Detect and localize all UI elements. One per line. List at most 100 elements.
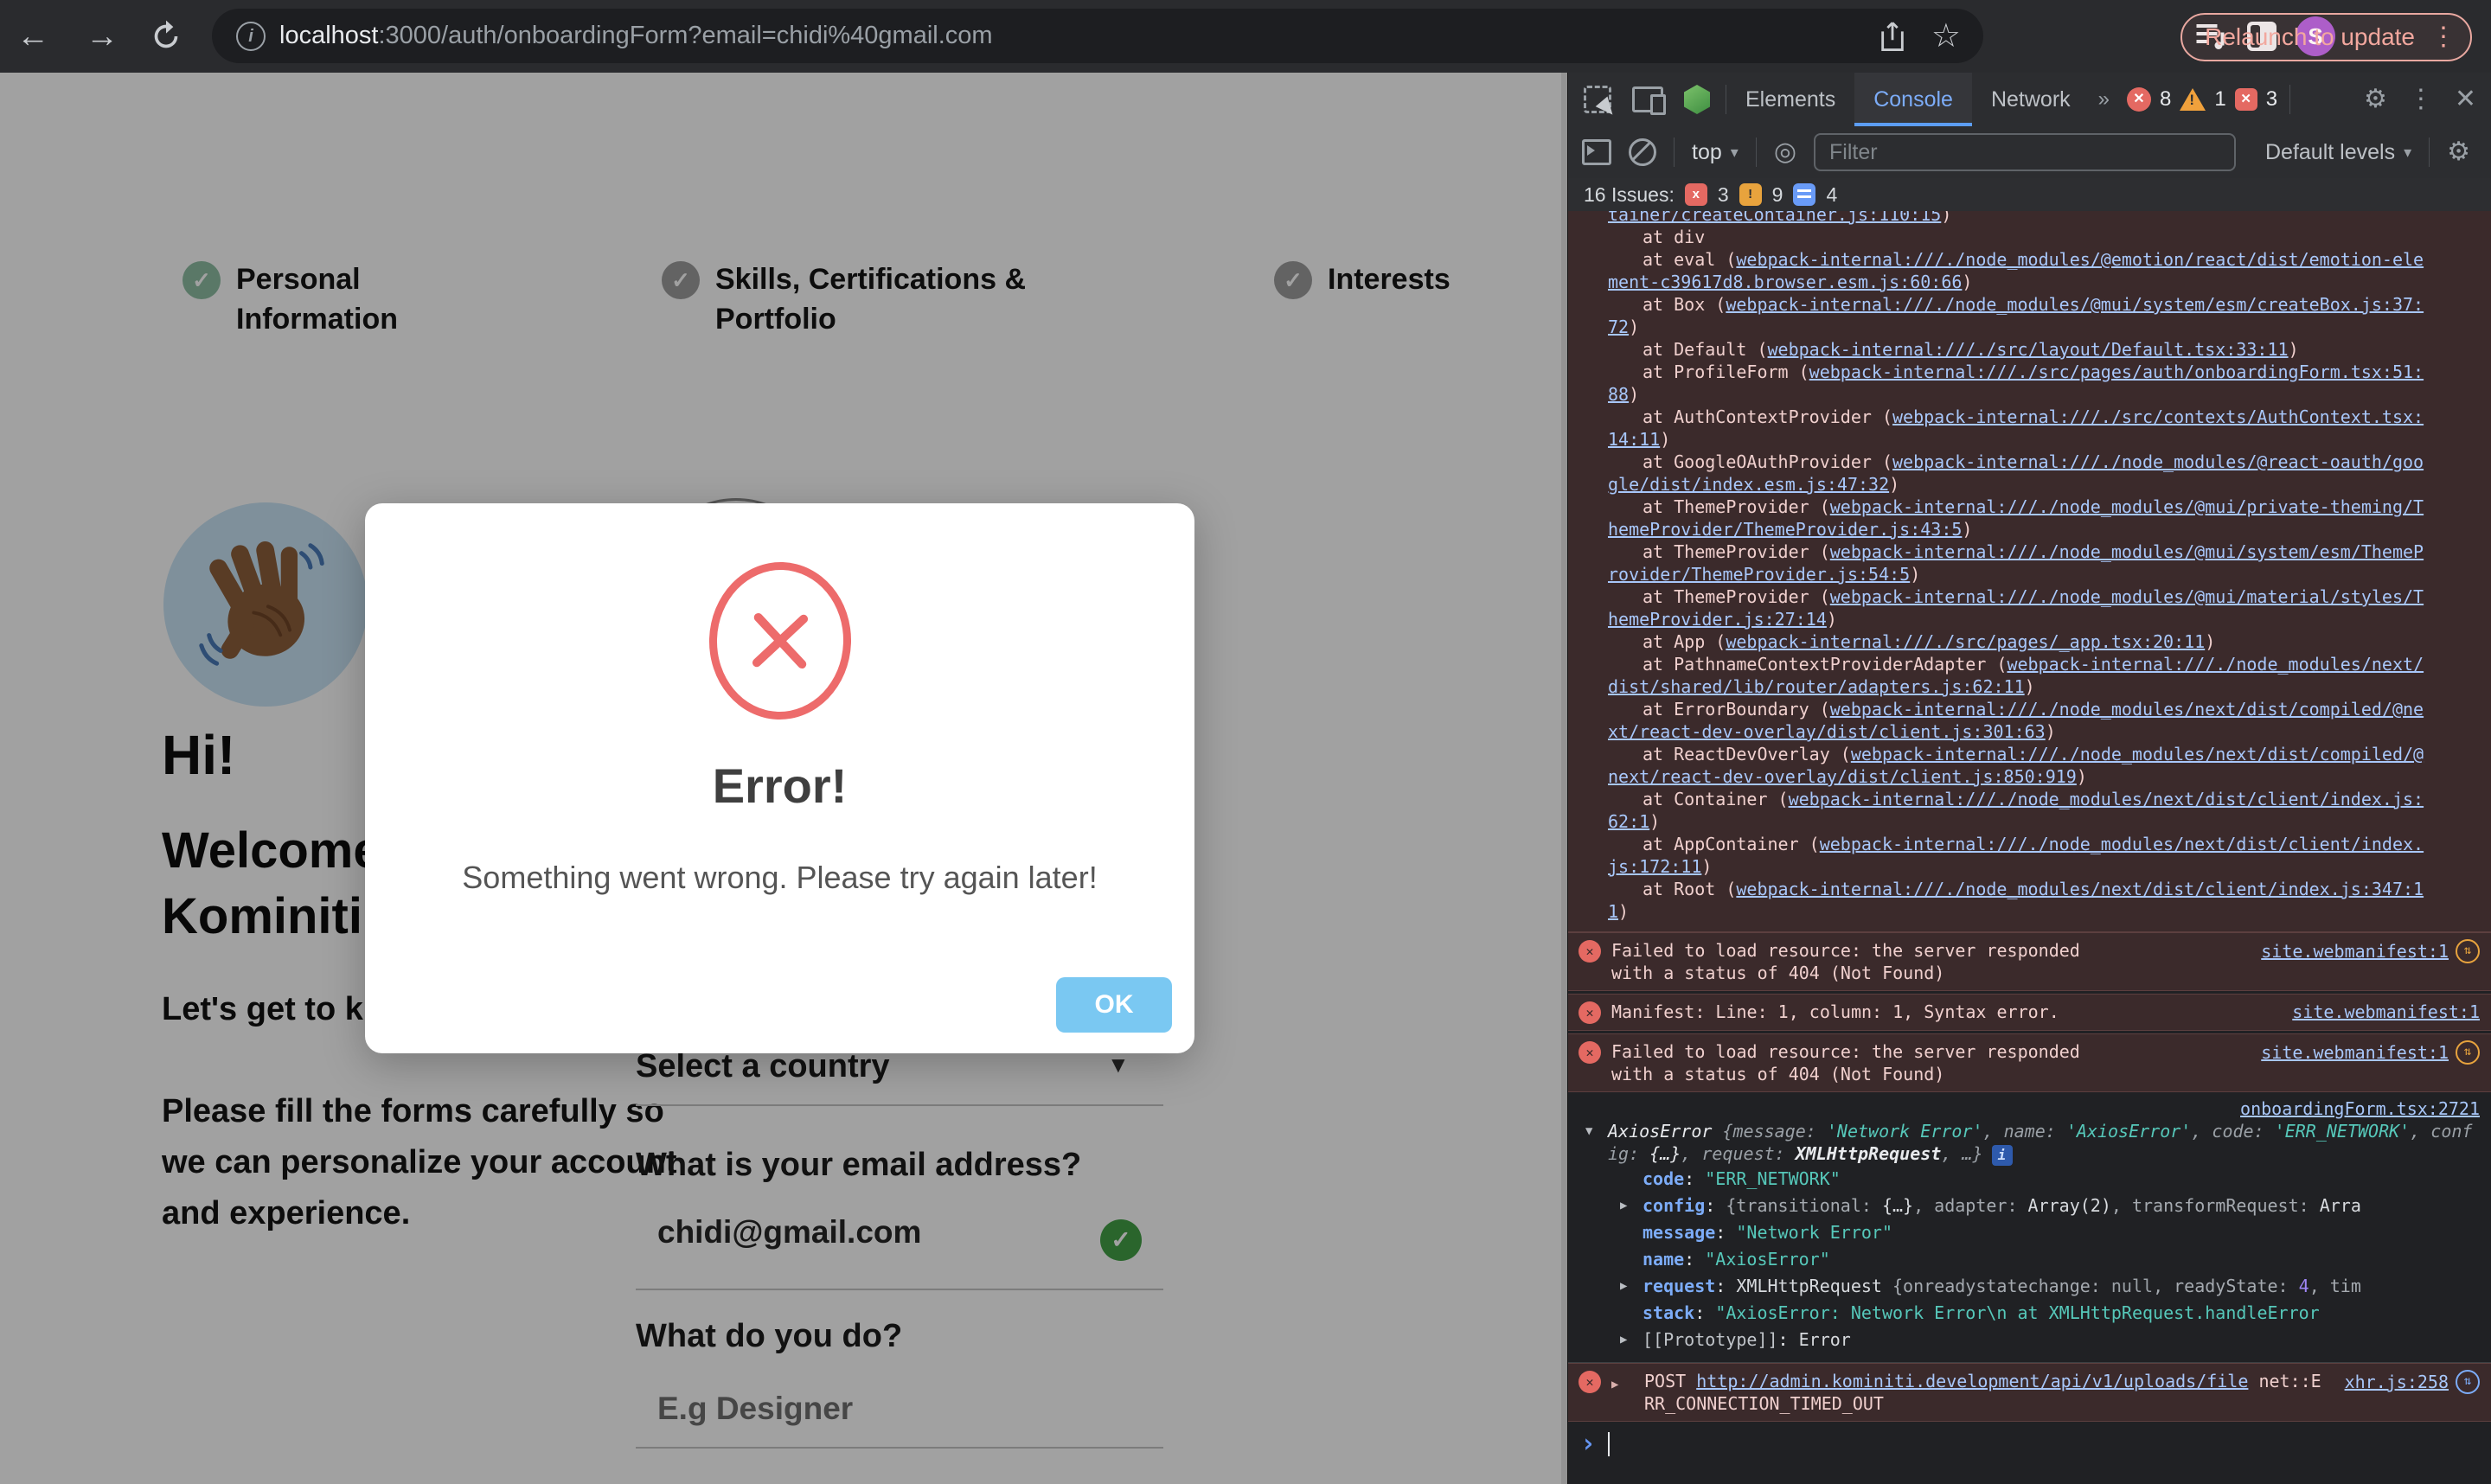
error-icon: ✕ (1578, 1041, 1601, 1064)
stack-line: at PathnameContextProviderAdapter (webpa… (1608, 653, 2424, 698)
warning-count-icon[interactable] (2180, 88, 2206, 111)
value-segment: , readyState: (2153, 1276, 2299, 1296)
property-key: [[Prototype]] (1643, 1327, 1778, 1353)
clear-console-icon[interactable] (1629, 138, 1656, 166)
devtools-panel: Elements Console Network » ✕ 8 1 ✕ 3 ⚙ ⋮… (1567, 73, 2491, 1484)
modal-title: Error! (365, 758, 1194, 814)
chevron-down-icon: ▾ (1731, 144, 1739, 162)
issues-bar[interactable]: 16 Issues: x 3 ! 9 4 (1568, 178, 2491, 212)
forward-icon[interactable]: → (81, 16, 123, 57)
stack-text: at Default ( (1643, 339, 1768, 360)
error-modal: Error! Something went wrong. Please try … (365, 503, 1194, 1053)
stack-text: ) (1618, 901, 1629, 922)
object-property[interactable]: code: "ERR_NETWORK" (1585, 1166, 2480, 1193)
bookmark-star-icon[interactable]: ☆ (1931, 20, 1961, 53)
console-filter-input[interactable] (1814, 133, 2236, 171)
console-error-row[interactable]: ✕Failed to load resource: the server res… (1568, 932, 2491, 991)
expand-triangle-icon[interactable]: ▶ (1620, 1327, 1643, 1353)
stack-text: at GoogleOAuthProvider ( (1643, 451, 1892, 472)
context-selector[interactable]: top ▾ (1692, 140, 1739, 165)
divider (1674, 138, 1675, 167)
error-circle-icon (706, 560, 853, 722)
stack-link[interactable]: webpack-internal:///./src/layout/Default… (1768, 339, 2289, 360)
value-segment: , tim (2309, 1276, 2361, 1296)
stack-text: at PathnameContextProviderAdapter ( (1643, 654, 2007, 675)
tab-elements[interactable]: Elements (1726, 73, 1854, 126)
console-network-error-row[interactable]: ✕▶POST http://admin.kominiti.development… (1568, 1363, 2491, 1422)
console-settings-icon[interactable]: ⚙ (2447, 139, 2470, 165)
stack-link[interactable]: webpack-internal:///./src/pages/_app.tsx… (1726, 631, 2205, 652)
preview-segment: 'Network Error' (1827, 1121, 1983, 1142)
devtools-menu-icon[interactable]: ⋮ (2408, 86, 2434, 112)
log-levels-select[interactable]: Default levels ▾ (2265, 140, 2411, 165)
stack-text: ) (1660, 429, 1670, 450)
stack-text: at ThemeProvider ( (1643, 496, 1830, 517)
node-hexagon-icon[interactable] (1684, 85, 1710, 114)
stack-line: at div (1608, 226, 2424, 248)
source-link[interactable]: site.webmanifest:1 (2292, 1001, 2480, 1023)
live-expression-eye-icon[interactable]: ◎ (1774, 139, 1796, 165)
collapse-triangle-icon[interactable]: ▼ (1585, 1120, 1608, 1142)
console-prompt[interactable]: › (1568, 1422, 2491, 1456)
console-error-row[interactable]: ✕Manifest: Line: 1, column: 1, Syntax er… (1568, 994, 2491, 1031)
reload-icon[interactable] (149, 19, 190, 61)
preview-segment: {…} (1649, 1143, 1681, 1164)
stack-link[interactable]: tainer/createContainer.js:110:15 (1608, 211, 1941, 225)
object-property[interactable]: name: "AxiosError" (1585, 1246, 2480, 1273)
source-link[interactable]: xhr.js:258 (2345, 1371, 2449, 1393)
site-info-icon[interactable]: i (236, 22, 266, 51)
stack-text: ) (2025, 676, 2035, 697)
object-property[interactable]: message: "Network Error" (1585, 1219, 2480, 1246)
object-property[interactable]: stack: "AxiosError: Network Error\n at X… (1585, 1300, 2480, 1327)
share-icon[interactable] (1878, 20, 1907, 53)
object-property[interactable]: ▶[[Prototype]]: Error (1585, 1327, 2480, 1353)
address-bar[interactable]: i localhost:3000/auth/onboardingForm?ema… (212, 9, 1983, 63)
axios-error-log: onboardingForm.tsx:2721 ▼ AxiosError {me… (1568, 1092, 2491, 1363)
url-text[interactable]: localhost:3000/auth/onboardingForm?email… (279, 22, 1878, 50)
tab-console[interactable]: Console (1854, 73, 1972, 126)
expand-triangle-icon[interactable]: ▶ (1620, 1273, 1643, 1300)
console-sidebar-icon[interactable] (1582, 139, 1611, 165)
error-stack-trace: tainer/createContainer.js:110:15) at div a… (1568, 211, 2491, 932)
stack-text: at Container ( (1643, 789, 1789, 809)
source-link[interactable]: site.webmanifest:1 (2261, 1041, 2449, 1064)
relaunch-label: Relaunch to update (2205, 23, 2415, 51)
stack-text: at ThemeProvider ( (1643, 586, 1830, 607)
source-link[interactable]: onboardingForm.tsx:2721 (2240, 1098, 2480, 1119)
message-count: 3 (2266, 87, 2277, 112)
source-link[interactable]: site.webmanifest:1 (2261, 940, 2449, 963)
browser-menu-icon[interactable]: ⋮ (2430, 24, 2456, 50)
devtools-settings-icon[interactable]: ⚙ (2364, 86, 2387, 112)
request-url-link[interactable]: http://admin.kominiti.development/api/v1… (1696, 1371, 2248, 1391)
inspect-element-icon[interactable] (1584, 86, 1611, 113)
console-toolbar: top ▾ ◎ Default levels ▾ ⚙ (1568, 126, 2491, 179)
stack-text: at Root ( (1643, 879, 1736, 899)
network-request-icon[interactable]: ⇅ (2456, 1040, 2480, 1065)
stack-text: ) (1827, 609, 1837, 630)
device-toolbar-icon[interactable] (1632, 86, 1663, 112)
object-property[interactable]: ▶request: XMLHttpRequest {onreadystatech… (1585, 1273, 2480, 1300)
error-count-icon[interactable]: ✕ (2127, 87, 2151, 112)
axios-error-preview[interactable]: AxiosError {message: 'Network Error', na… (1608, 1120, 2480, 1166)
property-value: : "AxiosError: Network Error\n at XMLHtt… (1694, 1300, 2480, 1327)
devtools-close-icon[interactable]: ✕ (2455, 86, 2476, 112)
value-segment: Arra (2320, 1195, 2361, 1216)
value-segment: XMLHttpRequest (1736, 1276, 1892, 1296)
more-tabs-icon[interactable]: » (2090, 73, 2115, 126)
network-request-icon[interactable]: ⇅ (2456, 939, 2480, 963)
levels-label: Default levels (2265, 140, 2395, 165)
relaunch-to-update-button[interactable]: Relaunch to update ⋮ (2180, 13, 2472, 61)
info-badge-icon[interactable]: i (1992, 1145, 2013, 1166)
console-error-row[interactable]: ✕Failed to load resource: the server res… (1568, 1033, 2491, 1092)
expand-triangle-icon[interactable]: ▶ (1611, 1373, 1634, 1396)
console-log-area[interactable]: tainer/createContainer.js:110:15) at div a… (1568, 211, 2491, 1484)
ok-button[interactable]: OK (1056, 977, 1172, 1033)
network-request-icon[interactable]: ⇅ (2456, 1370, 2480, 1394)
back-icon[interactable]: ← (12, 16, 54, 57)
expand-triangle-icon[interactable]: ▶ (1620, 1193, 1643, 1219)
log-source-link[interactable]: onboardingForm.tsx:2721 (1585, 1097, 2480, 1120)
message-count-icon[interactable]: ✕ (2235, 88, 2257, 111)
object-property[interactable]: ▶config: {transitional: {…}, adapter: Ar… (1585, 1193, 2480, 1219)
stack-link[interactable]: webpack-internal:///./node_modules/@mui/… (1608, 294, 2424, 337)
tab-network[interactable]: Network (1972, 73, 2090, 126)
